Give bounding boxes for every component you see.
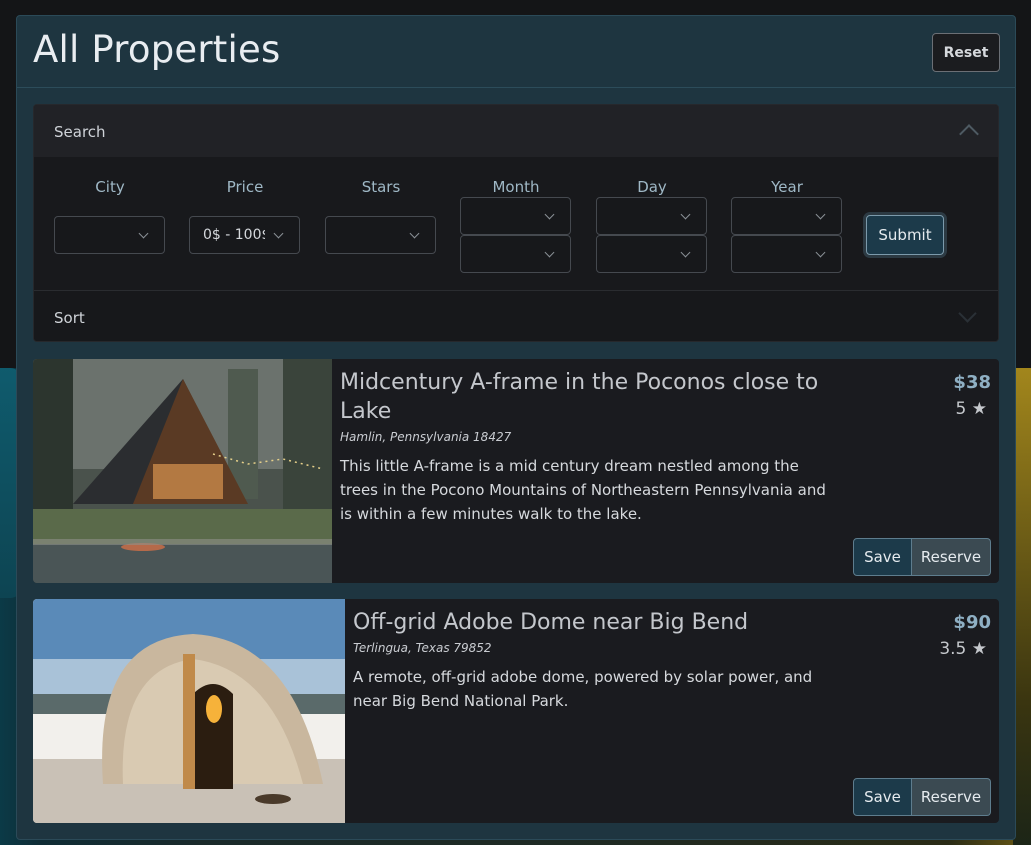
listing-title[interactable]: Off-grid Adobe Dome near Big Bend xyxy=(353,608,843,637)
listing-location: Hamlin, Pennsylvania 18427 xyxy=(340,430,512,444)
listing-location: Terlingua, Texas 79852 xyxy=(353,641,492,655)
price-label: Price xyxy=(226,178,264,196)
sort-accordion-header[interactable]: Sort xyxy=(34,290,998,341)
listing-actions: Save Reserve xyxy=(853,778,991,816)
listing-card: Midcentury A-frame in the Poconos close … xyxy=(33,359,999,583)
sort-accordion-label: Sort xyxy=(54,309,85,327)
listing-card: Off-grid Adobe Dome near Big Bend Terlin… xyxy=(33,599,999,823)
save-button[interactable]: Save xyxy=(853,778,912,816)
submit-button[interactable]: Submit xyxy=(866,215,944,255)
properties-panel: All Properties Reset Search City Price 0… xyxy=(16,15,1016,840)
search-accordion-header[interactable]: Search xyxy=(34,105,998,157)
a-frame-cabin-image xyxy=(33,359,332,583)
price-select[interactable]: 0$ - 100$ xyxy=(189,216,300,254)
year-to-select[interactable] xyxy=(731,235,842,273)
listing-actions: Save Reserve xyxy=(853,538,991,576)
search-filters: City Price 0$ - 100$ Stars Month Day Yea… xyxy=(34,157,998,290)
month-to-select[interactable] xyxy=(460,235,571,273)
listing-rating: 3.5 ★ xyxy=(939,639,987,659)
listing-price: $90 xyxy=(953,612,991,633)
chevron-down-icon xyxy=(680,247,691,258)
day-to-select[interactable] xyxy=(596,235,707,273)
listing-info: Off-grid Adobe Dome near Big Bend Terlin… xyxy=(353,599,843,713)
chevron-down-icon xyxy=(958,304,977,323)
listing-title[interactable]: Midcentury A-frame in the Poconos close … xyxy=(340,368,840,426)
search-accordion-label: Search xyxy=(54,123,106,141)
city-select[interactable] xyxy=(54,216,165,254)
chevron-up-icon xyxy=(959,124,979,144)
chevron-down-icon xyxy=(544,209,555,220)
day-label: Day xyxy=(637,178,667,196)
listing-description: This little A-frame is a mid century dre… xyxy=(340,457,826,523)
adobe-dome-image xyxy=(33,599,345,823)
chevron-down-icon xyxy=(544,247,555,258)
chevron-down-icon xyxy=(273,228,284,239)
price-select-value: 0$ - 100$ xyxy=(203,227,265,243)
year-from-select[interactable] xyxy=(731,197,842,235)
reset-button[interactable]: Reset xyxy=(932,33,1000,72)
chevron-down-icon xyxy=(680,209,691,220)
month-label: Month xyxy=(492,178,540,196)
listing-description: A remote, off-grid adobe dome, powered b… xyxy=(353,668,813,710)
city-label: City xyxy=(95,178,125,196)
stars-label: Stars xyxy=(361,178,401,196)
reserve-button[interactable]: Reserve xyxy=(912,538,991,576)
chevron-down-icon xyxy=(138,228,149,239)
chevron-down-icon xyxy=(815,209,826,220)
listing-info: Midcentury A-frame in the Poconos close … xyxy=(340,359,840,526)
stars-select[interactable] xyxy=(325,216,436,254)
page-header: All Properties Reset xyxy=(17,16,1015,88)
listing-rating: 5 ★ xyxy=(955,399,987,419)
day-from-select[interactable] xyxy=(596,197,707,235)
chevron-down-icon xyxy=(815,247,826,258)
month-from-select[interactable] xyxy=(460,197,571,235)
save-button[interactable]: Save xyxy=(853,538,912,576)
year-label: Year xyxy=(771,178,803,196)
filter-accordion: Search City Price 0$ - 100$ Stars Month … xyxy=(33,104,999,342)
listing-photo[interactable] xyxy=(33,599,345,823)
listing-photo[interactable] xyxy=(33,359,332,583)
listing-price: $38 xyxy=(953,372,991,393)
chevron-down-icon xyxy=(409,228,420,239)
page-title: All Properties xyxy=(33,28,281,71)
reserve-button[interactable]: Reserve xyxy=(912,778,991,816)
